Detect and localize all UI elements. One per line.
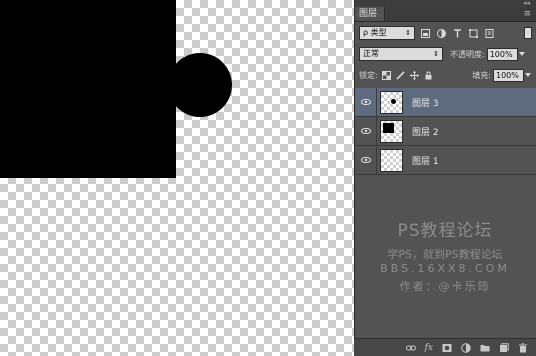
blend-mode-dropdown[interactable]: 正常 ⇕ <box>359 47 443 61</box>
layer-name[interactable]: 图层 3 <box>412 96 439 109</box>
visibility-eye-icon[interactable] <box>358 157 374 163</box>
type-filter-icon[interactable] <box>453 28 462 38</box>
layer-thumbnail <box>380 90 403 114</box>
layer-row-1[interactable]: 图层 1 <box>355 145 536 175</box>
layer-name[interactable]: 图层 1 <box>412 154 439 167</box>
row-divider <box>376 116 377 146</box>
layers-list: 图层 3 图层 2 图层 1 <box>355 87 536 175</box>
chevron-updown-icon: ⇕ <box>433 50 439 58</box>
tab-layers[interactable]: 图层 <box>355 7 386 21</box>
panel-top-strip: ◂◂ <box>355 0 536 7</box>
layer-name[interactable]: 图层 2 <box>412 125 439 138</box>
row-divider <box>376 145 377 175</box>
collapse-panel-icon[interactable]: ◂◂ <box>523 0 530 7</box>
watermark-author: 作者：@卡乐筠 <box>399 280 491 293</box>
layer-thumbnail <box>380 148 403 172</box>
blend-row: 正常 ⇕ 不透明度: 100% <box>355 44 536 64</box>
fill-input[interactable]: 100% <box>493 68 524 82</box>
filter-row: ρ 类型 ⇕ <box>355 22 536 44</box>
group-folder-icon[interactable] <box>480 343 490 353</box>
adjustment-layer-icon[interactable] <box>461 342 471 353</box>
row-divider <box>376 87 377 117</box>
layer-row-2[interactable]: 图层 2 <box>355 116 536 146</box>
add-mask-icon[interactable] <box>442 343 452 353</box>
fill-caret-icon[interactable] <box>524 69 532 82</box>
new-layer-icon[interactable] <box>499 342 509 353</box>
visibility-eye-icon[interactable] <box>358 99 374 105</box>
smart-object-filter-icon[interactable] <box>485 28 494 38</box>
link-layers-icon[interactable] <box>405 343 416 353</box>
filter-kind-label: ρ 类型 <box>363 28 387 37</box>
watermark-url: BBS.16XX8.COM <box>380 262 510 275</box>
watermark-title: PS教程论坛 <box>397 221 493 241</box>
image-filter-icon[interactable] <box>421 28 430 38</box>
document-canvas[interactable] <box>0 0 354 356</box>
lock-transparent-pixels-icon[interactable] <box>381 70 391 80</box>
lock-all-icon[interactable] <box>424 71 433 80</box>
opacity-input[interactable]: 100% <box>486 47 518 61</box>
shape-filter-icon[interactable] <box>469 28 478 38</box>
lock-image-pixels-icon[interactable] <box>396 70 405 80</box>
filter-toggle-switch[interactable] <box>524 27 532 39</box>
layer-row-3[interactable]: 图层 3 <box>355 87 536 117</box>
filter-icons <box>421 28 494 38</box>
panel-tab-bar: 图层 ≡ <box>355 7 536 22</box>
delete-layer-trash-icon[interactable] <box>518 342 528 353</box>
visibility-eye-icon[interactable] <box>358 128 374 134</box>
layers-panel: ◂◂ 图层 ≡ ρ 类型 ⇕ 正常 ⇕ 不透明度: 100% 锁定: 填充: 1… <box>354 0 536 356</box>
layers-footer-toolbar: fx <box>354 338 536 356</box>
panel-menu-icon[interactable]: ≡ <box>523 7 536 21</box>
filter-kind-dropdown[interactable]: ρ 类型 ⇕ <box>359 26 415 40</box>
lock-label: 锁定: <box>359 70 378 80</box>
opacity-label: 不透明度: <box>450 49 485 59</box>
adjustment-filter-icon[interactable] <box>437 28 446 38</box>
lock-position-icon[interactable] <box>409 70 419 80</box>
layer-style-fx-icon[interactable]: fx <box>425 343 433 353</box>
fill-label: 填充: <box>472 70 491 80</box>
lock-icons <box>381 70 433 80</box>
opacity-caret-icon[interactable] <box>518 48 526 61</box>
layer-thumbnail <box>380 119 403 143</box>
chevron-updown-icon: ⇕ <box>405 29 411 37</box>
watermark-subtitle: 学PS，就到PS教程论坛 <box>387 248 503 261</box>
lock-row: 锁定: 填充: 100% <box>355 64 536 86</box>
puzzle-shape <box>0 0 232 178</box>
blend-mode-value: 正常 <box>363 49 379 58</box>
